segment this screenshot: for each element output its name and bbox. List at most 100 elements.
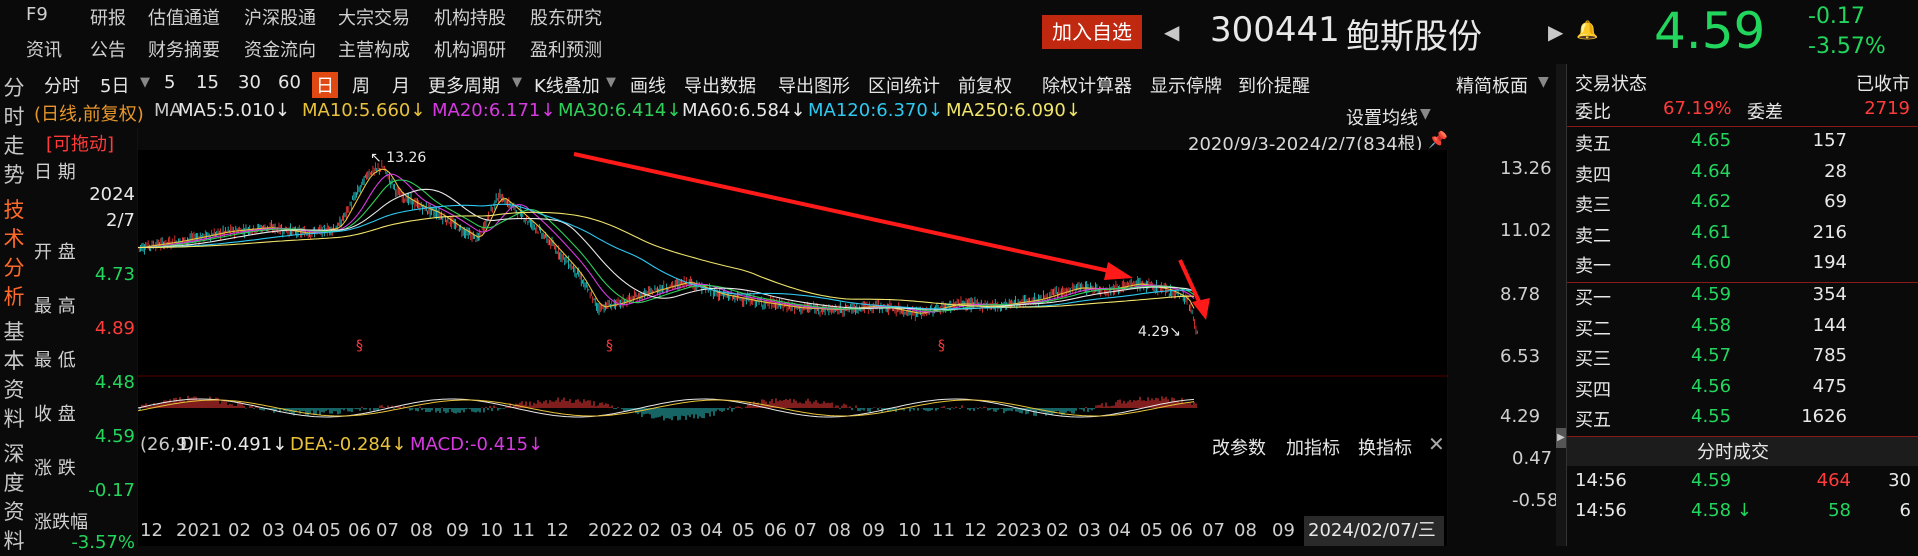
open-value: 4.73 — [94, 264, 135, 285]
menu-item[interactable]: 公告 — [90, 36, 126, 62]
chart-scrollbar[interactable] — [1556, 64, 1566, 546]
x-tick: 02 — [638, 520, 661, 541]
menu-item[interactable]: 估值通道 — [148, 4, 220, 30]
toolbar-item[interactable]: 日 — [312, 72, 338, 98]
menu-item[interactable]: 财务摘要 — [148, 36, 220, 62]
trade-time: 14:56 — [1575, 500, 1627, 521]
macd-close-icon[interactable]: ✕ — [1428, 432, 1445, 456]
ob-row-price: 4.57 — [1691, 345, 1732, 366]
status-label: 交易状态 — [1575, 74, 1647, 95]
x-tick: 02 — [228, 520, 251, 541]
high-value: 4.89 — [94, 318, 135, 339]
low-value: 4.48 — [94, 372, 135, 393]
menu-item[interactable]: 机构持股 — [434, 4, 506, 30]
x-tick: 04 — [292, 520, 315, 541]
ma-item: MA10:5.660↓ — [302, 100, 426, 121]
ob-row-volume: 28 — [1824, 160, 1847, 182]
toolbar-item[interactable]: 导出数据 — [684, 72, 756, 98]
ma-item: MA30:6.414↓ — [558, 100, 682, 121]
toolbar-item[interactable]: 显示停牌 — [1150, 72, 1222, 98]
menu-item[interactable]: 研报 — [90, 4, 126, 30]
toolbar-item[interactable]: 前复权 — [958, 72, 1012, 98]
x-tick: 12 — [546, 520, 569, 541]
wc-value: 2719 — [1864, 98, 1910, 119]
dividend-marker: § — [938, 338, 945, 354]
drag-label[interactable]: [可拖动] — [46, 130, 114, 156]
toolbar-item[interactable]: 周 — [352, 72, 370, 98]
side-tab[interactable]: 分时走势 — [0, 74, 28, 190]
price-tick: 13.26 — [1500, 158, 1552, 179]
toolbar-item[interactable]: 60 — [278, 72, 301, 93]
toolbar-item[interactable]: 画线 — [630, 72, 666, 98]
prev-stock-icon[interactable]: ◀ — [1164, 20, 1179, 44]
ob-row-volume: 785 — [1812, 345, 1847, 366]
alert-bell-icon[interactable]: 🔔 — [1576, 20, 1598, 41]
high-annotation: ↖ 13.26 — [370, 150, 426, 166]
trade-price: 4.59 — [1691, 470, 1732, 491]
mode-dropdown-icon[interactable]: ▼ — [1538, 74, 1549, 90]
info-md: 2/7 — [106, 210, 135, 231]
wb-label: 委比 — [1575, 102, 1611, 123]
toolbar-item[interactable]: 除权计算器 — [1042, 72, 1132, 98]
macd-add-button[interactable]: 加指标 — [1286, 434, 1340, 460]
menu-item[interactable]: 主营构成 — [338, 36, 410, 62]
menu-item[interactable]: 机构调研 — [434, 36, 506, 62]
side-tab[interactable]: 技术分析 — [0, 196, 28, 312]
macd-edit-button[interactable]: 改参数 — [1212, 434, 1266, 460]
trade-count: 30 — [1888, 470, 1911, 491]
trade-time: 14:56 — [1575, 470, 1627, 491]
ob-row-price: 4.60 — [1691, 252, 1732, 273]
dropdown-icon[interactable]: ▼ — [140, 75, 150, 90]
collapse-arrow-icon[interactable]: ▶ — [1556, 428, 1566, 448]
toolbar-item[interactable]: 5 — [164, 72, 175, 93]
menu-item[interactable]: 股东研究 — [530, 4, 602, 30]
toolbar-item[interactable]: 到价提醒 — [1238, 72, 1310, 98]
side-tab[interactable]: 深度资料 — [0, 440, 28, 556]
x-tick: 12 — [140, 520, 163, 541]
toolbar-item[interactable]: 更多周期 — [428, 72, 500, 98]
stock-name: 鲍斯股份 — [1346, 17, 1482, 57]
toolbar-item[interactable]: 15 — [196, 72, 219, 93]
ob-row-volume: 354 — [1812, 284, 1847, 305]
toolbar-item[interactable]: 区间统计 — [868, 72, 940, 98]
toolbar-item[interactable]: 5日 — [100, 72, 129, 98]
menu-item[interactable]: F9 — [26, 4, 48, 25]
add-watch-button[interactable]: 加入自选 — [1042, 15, 1142, 49]
x-tick: 07 — [376, 520, 399, 541]
ob-row-label: 买三 — [1575, 349, 1611, 370]
menu-item[interactable]: 沪深股通 — [244, 4, 316, 30]
toolbar-item[interactable]: 分时 — [44, 72, 80, 98]
toolbar-item[interactable]: 导出图形 — [778, 72, 850, 98]
kline-chart[interactable]: ↖ 13.26 4.29↘ § § § — [138, 150, 1448, 546]
mode-toggle[interactable]: 精简板面 — [1456, 72, 1528, 98]
menu-item[interactable]: 资讯 — [26, 36, 62, 62]
set-ma-dropdown-icon[interactable]: ▼ — [1420, 106, 1431, 122]
menu-item[interactable]: 资金流向 — [244, 36, 316, 62]
wb-value: 67.19% — [1663, 98, 1732, 119]
next-stock-icon[interactable]: ▶ — [1548, 20, 1563, 44]
macd-dif: DIF:-0.491↓ — [180, 434, 288, 455]
open-label: 开 盘 — [34, 242, 76, 263]
x-tick: 06 — [764, 520, 787, 541]
menu-item[interactable]: 大宗交易 — [338, 4, 410, 30]
ob-row-price: 4.65 — [1691, 130, 1732, 151]
dropdown-icon[interactable]: ▼ — [606, 75, 616, 90]
low-label: 最 低 — [34, 350, 76, 371]
price-tick: 8.78 — [1500, 284, 1541, 305]
chart-tag: (日线,前复权) — [34, 104, 144, 125]
pin-icon[interactable]: 📌 — [1428, 130, 1448, 149]
x-tick: 2023 — [996, 520, 1042, 541]
macd-change-button[interactable]: 换指标 — [1358, 434, 1412, 460]
set-ma-button[interactable]: 设置均线 — [1346, 104, 1418, 130]
toolbar-item[interactable]: K线叠加 — [534, 72, 600, 98]
x-tick: 07 — [794, 520, 817, 541]
toolbar-item[interactable]: 月 — [392, 72, 410, 98]
side-tab[interactable]: 基本资料 — [0, 318, 28, 434]
x-tick: 09 — [862, 520, 885, 541]
ob-row-label: 买四 — [1575, 379, 1611, 401]
menu-item[interactable]: 盈利预测 — [530, 36, 602, 62]
x-tick: 04 — [1108, 520, 1131, 541]
toolbar-item[interactable]: 30 — [238, 72, 261, 93]
dropdown-icon[interactable]: ▼ — [512, 75, 522, 90]
x-tick: 03 — [670, 520, 693, 541]
